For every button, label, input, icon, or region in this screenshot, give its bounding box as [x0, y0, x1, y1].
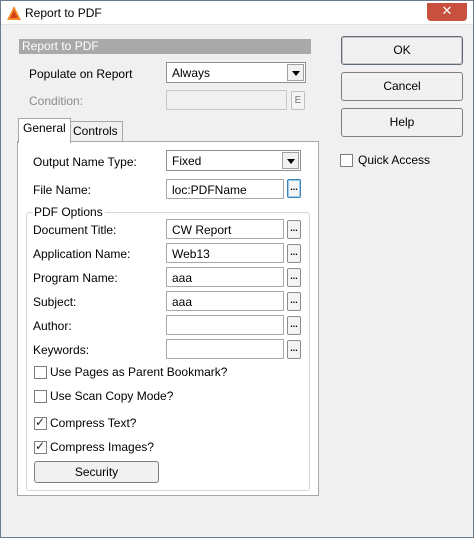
section-header: Report to PDF: [19, 39, 311, 54]
keywords-browse-button[interactable]: ...: [287, 340, 301, 359]
condition-input: [166, 90, 287, 110]
quick-access-label: Quick Access: [358, 153, 431, 167]
output-name-type-select[interactable]: Fixed: [166, 150, 301, 171]
populate-select[interactable]: Always: [166, 62, 306, 83]
use-pages-bookmark-checkbox[interactable]: [34, 366, 47, 379]
compress-text-checkbox[interactable]: ✓: [34, 415, 47, 430]
file-name-value: loc:PDFName: [172, 183, 247, 197]
author-label: Author:: [33, 319, 72, 333]
application-name-input[interactable]: Web13: [166, 243, 284, 263]
subject-value: aaa: [172, 295, 193, 309]
help-button[interactable]: Help: [341, 108, 463, 137]
use-scan-copy-label: Use Scan Copy Mode?: [50, 389, 174, 403]
populate-label: Populate on Report: [29, 67, 133, 81]
compress-images-checkbox[interactable]: ✓: [34, 439, 47, 454]
cancel-button[interactable]: Cancel: [341, 72, 463, 101]
program-name-label: Program Name:: [33, 271, 118, 285]
pdf-options-title: PDF Options: [32, 205, 105, 219]
program-name-input[interactable]: aaa: [166, 267, 284, 287]
keywords-label: Keywords:: [33, 343, 90, 357]
author-input[interactable]: [166, 315, 284, 335]
file-name-input[interactable]: loc:PDFName: [166, 179, 284, 199]
file-name-label: File Name:: [33, 183, 92, 197]
security-button[interactable]: Security: [34, 461, 159, 483]
compress-text-label: Compress Text?: [50, 416, 137, 430]
author-browse-button[interactable]: ...: [287, 316, 301, 335]
subject-label: Subject:: [33, 295, 77, 309]
application-name-value: Web13: [172, 247, 210, 261]
report-to-pdf-dialog: Report to PDF ✕ Report to PDF Populate o…: [0, 0, 474, 538]
ok-button[interactable]: OK: [341, 36, 463, 65]
chevron-down-icon[interactable]: [287, 64, 304, 81]
use-pages-bookmark-label: Use Pages as Parent Bookmark?: [50, 365, 228, 379]
output-name-type-label: Output Name Type:: [33, 155, 137, 169]
subject-input[interactable]: aaa: [166, 291, 284, 311]
check-icon: ✓: [35, 439, 46, 453]
app-logo-icon: [7, 6, 21, 20]
quick-access-checkbox[interactable]: [340, 154, 353, 167]
document-title-value: CW Report: [172, 223, 232, 237]
chevron-down-icon[interactable]: [282, 152, 299, 169]
program-name-value: aaa: [172, 271, 193, 285]
application-name-browse-button[interactable]: ...: [287, 244, 301, 263]
close-button[interactable]: ✕: [427, 3, 467, 21]
subject-browse-button[interactable]: ...: [287, 292, 301, 311]
tab-controls[interactable]: Controls: [68, 121, 123, 143]
window-title: Report to PDF: [25, 6, 102, 20]
output-name-type-value: Fixed: [172, 154, 202, 168]
populate-value: Always: [172, 66, 211, 80]
check-icon: ✓: [35, 415, 46, 429]
tab-general[interactable]: General: [18, 118, 71, 143]
document-title-input[interactable]: CW Report: [166, 219, 284, 239]
program-name-browse-button[interactable]: ...: [287, 268, 301, 287]
file-name-browse-button[interactable]: ...: [287, 179, 301, 198]
title-bar: Report to PDF ✕: [1, 1, 473, 25]
use-scan-copy-checkbox[interactable]: [34, 390, 47, 403]
condition-edit-button: E: [291, 91, 305, 110]
condition-label: Condition:: [29, 94, 84, 108]
application-name-label: Application Name:: [33, 247, 131, 261]
keywords-input[interactable]: [166, 339, 284, 359]
document-title-label: Document Title:: [33, 223, 117, 237]
close-icon: ✕: [441, 4, 453, 19]
document-title-browse-button[interactable]: ...: [287, 220, 301, 239]
compress-images-label: Compress Images?: [50, 440, 155, 454]
